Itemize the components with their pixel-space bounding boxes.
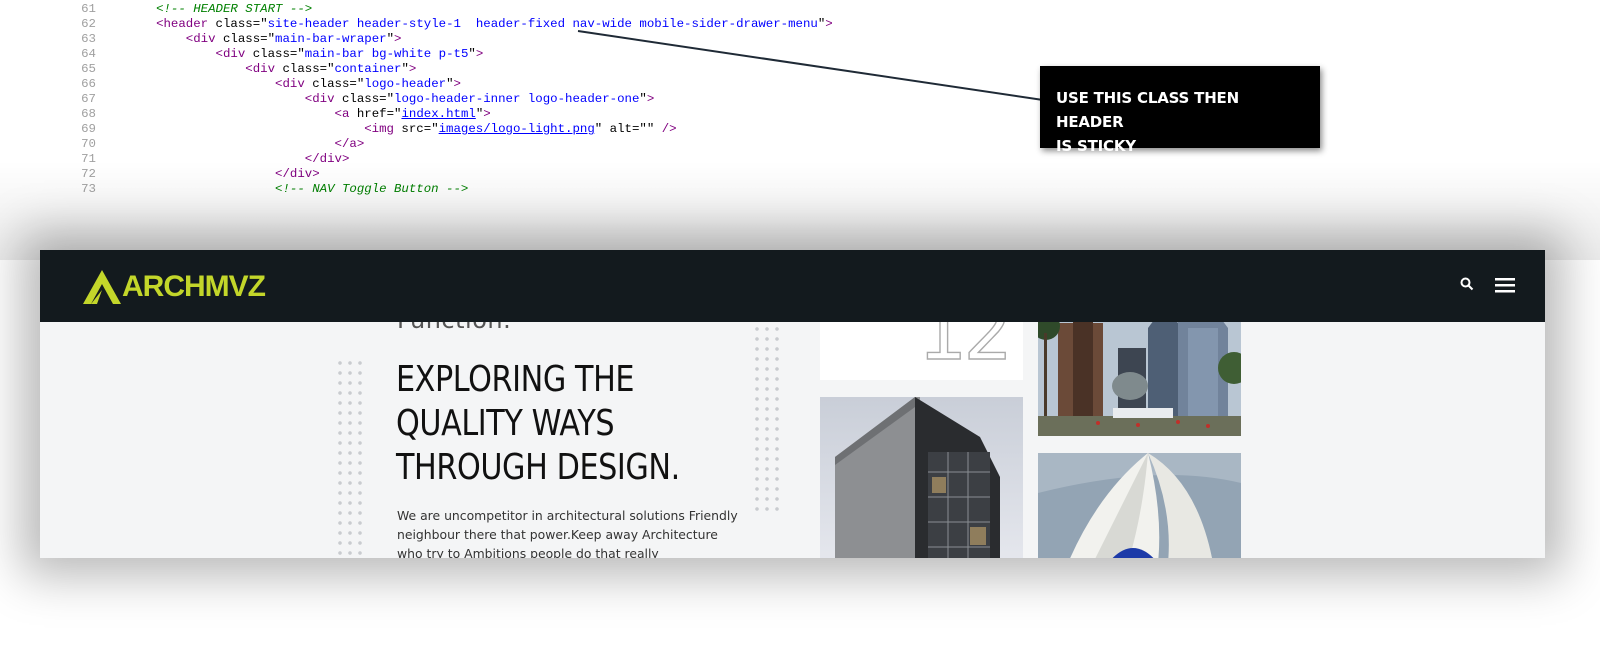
site-logo[interactable]: ARCHMVZ	[83, 270, 266, 304]
headline-line-1: EXPLORING THE	[396, 359, 635, 400]
city-skyline-photo	[1038, 308, 1241, 436]
headline-line-3: THROUGH DESIGN.	[396, 447, 680, 488]
opera-house-photo	[1038, 453, 1241, 558]
paragraph-line-2: neighbour there that power.Keep away Arc…	[397, 527, 718, 542]
logo-mark-icon	[83, 270, 121, 304]
paragraph-line-1: We are uncompetitor in architectural sol…	[397, 508, 738, 523]
search-icon[interactable]	[1460, 277, 1474, 291]
website-preview: ARCHMVZ Function. EXPLORING THE QUALITY …	[40, 250, 1545, 558]
hero-headline: EXPLORING THE QUALITY WAYS THROUGH DESIG…	[396, 358, 680, 490]
hero-paragraph: We are uncompetitor in architectural sol…	[397, 506, 738, 558]
callout-text-line-1: USE THIS CLASS THEN HEADER	[1056, 89, 1239, 131]
annotation-callout: USE THIS CLASS THEN HEADER IS STICKY	[1040, 66, 1320, 155]
building-photo	[820, 397, 1023, 558]
decorative-dot-grid-left	[335, 358, 367, 558]
shadow-fade	[0, 160, 1600, 260]
headline-line-2: QUALITY WAYS	[396, 403, 615, 444]
logo-text: ARCHMVZ	[122, 270, 266, 303]
sticky-site-header: ARCHMVZ	[40, 250, 1545, 322]
paragraph-line-3: who try to Ambitions people do that real…	[397, 546, 659, 558]
hamburger-menu-icon[interactable]	[1495, 276, 1515, 294]
callout-text-line-2: IS STICKY	[1056, 137, 1136, 155]
decorative-dot-grid-right	[752, 324, 784, 516]
